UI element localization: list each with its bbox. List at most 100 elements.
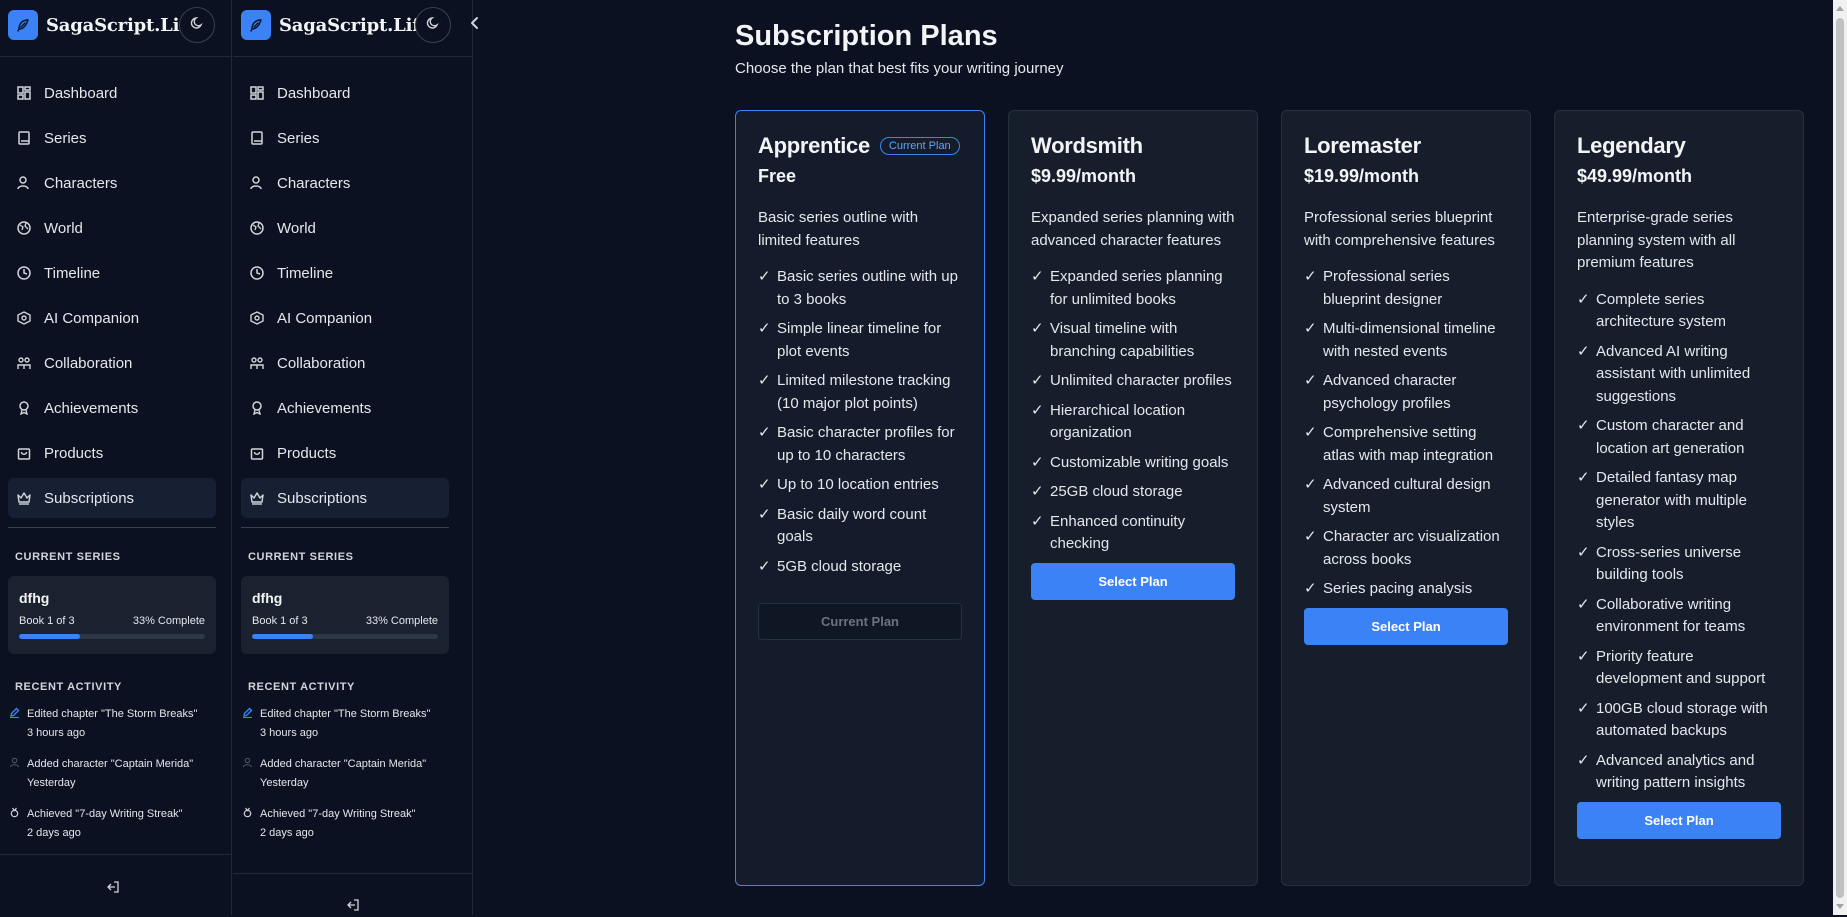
logout-icon[interactable] [106, 880, 122, 896]
plan-price: Free [758, 166, 797, 186]
sidebar-item-achievements[interactable]: Achievements [241, 388, 449, 428]
feature-text: Limited milestone tracking (10 major plo… [777, 372, 951, 412]
sidebar-item-characters[interactable]: Characters [241, 163, 449, 203]
plan-feature: ✓ Enhanced continuity checking [1031, 511, 1235, 556]
checkmark-icon: ✓ [1304, 528, 1317, 545]
sidebar-item-dashboard[interactable]: Dashboard [8, 73, 216, 113]
scrollbar[interactable] [1833, 0, 1847, 915]
feature-text: Enhanced continuity checking [1050, 512, 1186, 553]
sidebar-item-collaboration[interactable]: Collaboration [241, 343, 449, 383]
sidebar-item-achievements[interactable]: Achievements [8, 388, 216, 428]
ai-icon [16, 310, 32, 326]
sidebar-item-label: Products [277, 444, 337, 462]
plan-name: Apprentice Current Plan [758, 133, 962, 159]
plan-feature: ✓ Complete series architecture system [1577, 289, 1781, 334]
sidebar-item-label: AI Companion [44, 309, 140, 327]
plan-feature: ✓ 5GB cloud storage [758, 556, 962, 579]
checkmark-icon: ✓ [1304, 476, 1317, 493]
checkmark-icon: ✓ [1031, 483, 1044, 500]
medal-icon [8, 805, 20, 843]
activity-description: Added character "Captain Merida" [260, 758, 427, 770]
feature-text: Complete series architecture system [1596, 290, 1727, 331]
recent-activity-list: Edited chapter "The Storm Breaks" 3 hours… [241, 705, 451, 855]
globe-icon [16, 220, 32, 236]
sidebar-item-label: Timeline [44, 264, 101, 282]
series-completion: 33% Complete [365, 615, 438, 627]
current-series-card[interactable]: dfhg Book 1 of 3 33% Complete [8, 576, 216, 654]
sidebar-item-subscriptions[interactable]: Subscriptions [8, 478, 216, 518]
dashboard-icon [249, 85, 265, 101]
page-title: Subscription Plans [735, 20, 998, 52]
checkmark-icon: ✓ [1304, 372, 1317, 389]
globe-icon [249, 220, 265, 236]
checkmark-icon: ✓ [758, 557, 771, 575]
plan-feature: ✓ Limited milestone tracking (10 major pl… [758, 370, 962, 415]
sidebar-item-series[interactable]: Series [241, 118, 449, 158]
current-series-heading: CURRENT SERIES [248, 551, 354, 563]
sidebar-item-subscriptions[interactable]: Subscriptions [241, 478, 449, 518]
sidebar-item-label: AI Companion [277, 309, 373, 327]
feature-text: Series pacing analysis [1323, 580, 1473, 597]
scroll-up-arrow[interactable] [1836, 6, 1844, 11]
brand[interactable]: SagaScript.Life [8, 10, 198, 40]
sidebar-item-series[interactable]: Series [8, 118, 216, 158]
sidebar-item-ai-companion[interactable]: AI Companion [241, 298, 449, 338]
sidebar-item-timeline[interactable]: Timeline [8, 253, 216, 293]
series-progress-fill [19, 634, 81, 639]
activity-item[interactable]: Achieved "7-day Writing Streak" 2 days ag… [241, 805, 451, 843]
plan-feature: ✓ Character arc visualization across book… [1304, 526, 1508, 571]
activity-item[interactable]: Edited chapter "The Storm Breaks" 3 hours… [241, 705, 451, 743]
sidebar-item-label: Collaboration [277, 354, 366, 372]
checkmark-icon: ✓ [1031, 372, 1044, 389]
activity-time: Yesterday [27, 777, 76, 789]
activity-description: Achieved "7-day Writing Streak" [27, 808, 183, 820]
plan-feature: ✓ Basic daily word count goals [758, 504, 962, 549]
user-icon [249, 175, 265, 191]
scroll-thumb[interactable] [1836, 18, 1844, 898]
sidebar-item-collaboration[interactable]: Collaboration [8, 343, 216, 383]
brand[interactable]: SagaScript.Life [241, 10, 431, 40]
recent-activity-heading: RECENT ACTIVITY [248, 681, 355, 693]
clock-icon [16, 265, 32, 281]
medal-icon [241, 805, 253, 843]
sidebar-item-world[interactable]: World [241, 208, 449, 248]
theme-toggle-button[interactable] [179, 7, 215, 43]
select-plan-button[interactable]: Select Plan [1031, 562, 1235, 600]
activity-item[interactable]: Achieved "7-day Writing Streak" 2 days ag… [8, 805, 218, 843]
sidebar-item-label: World [277, 219, 316, 237]
scroll-down-arrow[interactable] [1836, 904, 1844, 909]
feature-text: Hierarchical location organization [1050, 401, 1186, 442]
sidebar-item-timeline[interactable]: Timeline [241, 253, 449, 293]
theme-toggle-button[interactable] [415, 7, 451, 43]
plan-features: ✓ Expanded series planning for unlimited … [1031, 266, 1235, 556]
sidebar-item-products[interactable]: Products [241, 433, 449, 473]
plan-name-text: Wordsmith [1031, 133, 1143, 158]
sidebar-item-label: Achievements [277, 399, 372, 417]
series-progress-fill [252, 634, 314, 639]
sidebar-item-world[interactable]: World [8, 208, 216, 248]
activity-item[interactable]: Edited chapter "The Storm Breaks" 3 hours… [8, 705, 218, 743]
feature-text: Multi-dimensional timeline with nested e… [1323, 320, 1496, 360]
plan-feature: ✓ Hierarchical location organization [1031, 400, 1235, 445]
feature-text: Advanced character psychology profiles [1323, 372, 1457, 412]
feature-text: Advanced cultural design system [1323, 476, 1491, 516]
users-icon [249, 355, 265, 371]
select-plan-button[interactable]: Select Plan [1304, 607, 1508, 645]
activity-item[interactable]: Added character "Captain Merida" Yesterda… [8, 755, 218, 793]
header-divider [233, 56, 472, 57]
book-icon [16, 130, 32, 146]
logout-icon[interactable] [346, 898, 362, 914]
sidebar-item-characters[interactable]: Characters [8, 163, 216, 203]
plan-features: ✓ Complete series architecture system ✓ Adv… [1577, 289, 1781, 795]
current-series-card[interactable]: dfhg Book 1 of 3 33% Complete [241, 576, 449, 654]
plan-price: $49.99/month [1577, 166, 1693, 186]
checkmark-icon: ✓ [1031, 512, 1044, 530]
sidebar-item-dashboard[interactable]: Dashboard [241, 73, 449, 113]
series-book-count: Book 1 of 3 [252, 615, 308, 627]
plan-feature: ✓ Multi-dimensional timeline with nested … [1304, 318, 1508, 363]
select-plan-button[interactable]: Select Plan [1577, 801, 1781, 839]
sidebar-item-products[interactable]: Products [8, 433, 216, 473]
sidebar-item-ai-companion[interactable]: AI Companion [8, 298, 216, 338]
activity-item[interactable]: Added character "Captain Merida" Yesterda… [241, 755, 451, 793]
nav-divider [8, 527, 216, 528]
